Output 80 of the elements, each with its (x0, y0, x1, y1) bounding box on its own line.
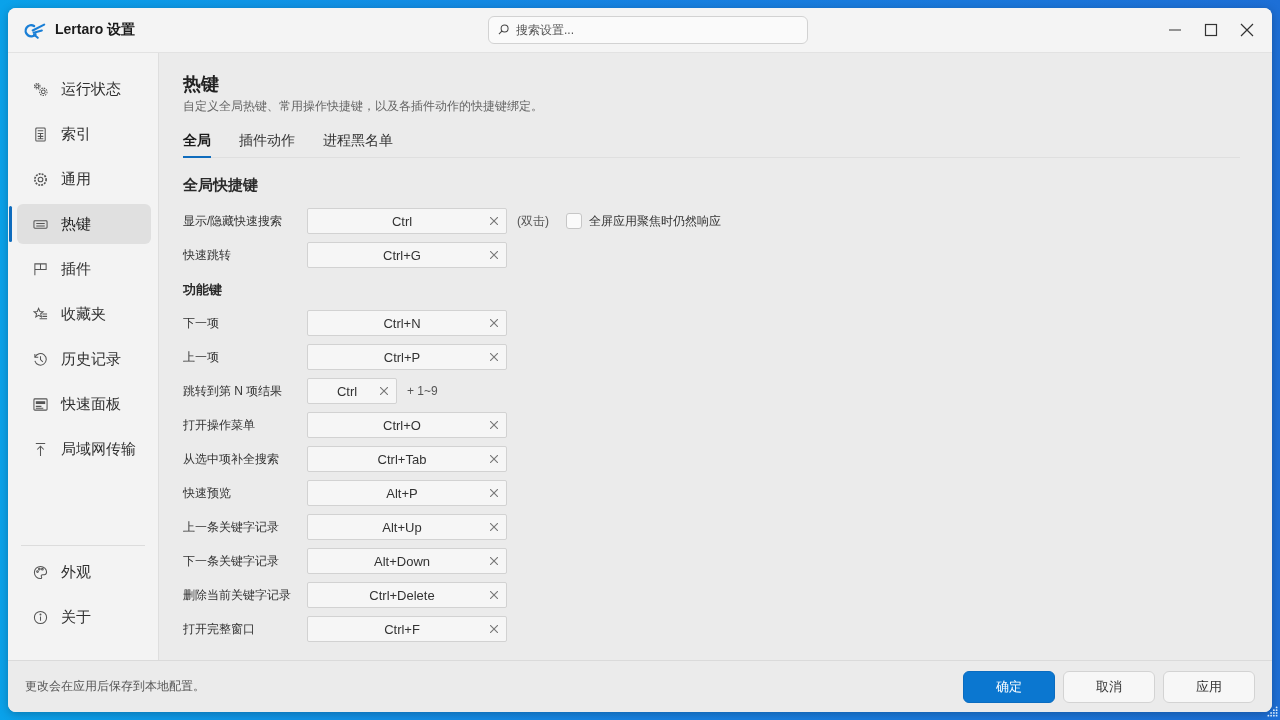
tab[interactable]: 全局 (183, 130, 211, 158)
shortcut-label: 打开完整窗口 (183, 620, 256, 638)
clear-icon[interactable] (490, 319, 498, 327)
sidebar-item[interactable]: 索引 (17, 114, 151, 154)
shortcut-label: 删除当前关键字记录 (183, 586, 292, 604)
sidebar-item[interactable]: 关于 (17, 597, 151, 637)
tab[interactable]: 进程黑名单 (323, 130, 393, 158)
sidebar-item[interactable]: 通用 (17, 159, 151, 199)
selection-indicator (9, 206, 12, 242)
shortcut-label: 上一条关键字记录 (183, 518, 280, 536)
info-icon (33, 609, 48, 625)
star-list-icon (33, 306, 48, 322)
footer-note: 更改会在应用后保存到本地配置。 (25, 678, 205, 695)
clear-icon[interactable] (490, 557, 498, 565)
clear-icon[interactable] (490, 625, 498, 633)
dialog-button[interactable]: 应用 (1163, 670, 1255, 703)
window-title: Lertaro 设置 (55, 21, 136, 39)
search-icon (498, 24, 509, 35)
clear-icon[interactable] (490, 489, 498, 497)
sidebar-item[interactable]: 局域网传输 (17, 429, 151, 469)
shortcut-label: 打开操作菜单 (183, 416, 256, 434)
shortcut-field[interactable]: Ctrl+O (307, 412, 507, 438)
suffix-text: (双击) (517, 212, 549, 230)
shortcut-field[interactable]: Ctrl+G (307, 242, 507, 268)
dialog-button[interactable]: 取消 (1063, 670, 1155, 703)
clear-icon[interactable] (490, 421, 498, 429)
shortcut-label: 下一条关键字记录 (183, 552, 280, 570)
clear-icon[interactable] (490, 353, 498, 361)
shortcut-label: 下一项 (183, 314, 220, 332)
tab[interactable]: 插件动作 (239, 130, 295, 158)
palette-icon (33, 564, 48, 580)
panel-icon (33, 396, 48, 412)
sidebar-item[interactable]: 运行状态 (17, 69, 151, 109)
upload-icon (33, 441, 48, 457)
clear-icon[interactable] (490, 523, 498, 531)
shortcut-label: 从选中项补全搜索 (183, 450, 280, 468)
shortcut-field[interactable]: Ctrl+Delete (307, 582, 507, 608)
checkbox-label: 全屏应用聚焦时仍然响应 (589, 212, 721, 230)
sidebar-item[interactable]: 插件 (17, 249, 151, 289)
shortcut-label: 快速跳转 (183, 246, 232, 264)
logo-icon (24, 21, 46, 39)
shortcut-field[interactable]: Ctrl+N (307, 310, 507, 336)
shortcut-label: 快速预览 (183, 484, 232, 502)
clear-icon[interactable] (490, 217, 498, 225)
history-icon (33, 351, 48, 367)
shortcut-field[interactable]: Ctrl+F (307, 616, 507, 642)
shortcut-field[interactable]: Ctrl+Tab (307, 446, 507, 472)
page-title: 热键 (183, 73, 220, 96)
sidebar-item[interactable]: 热键 (17, 204, 151, 244)
shortcut-label: 跳转到第 N 项结果 (183, 382, 284, 400)
clear-icon[interactable] (490, 591, 498, 599)
shortcut-field[interactable]: Ctrl (307, 208, 507, 234)
sidebar-item[interactable]: 外观 (17, 552, 151, 592)
page-description: 自定义全局热键、常用操作快捷键，以及各插件动作的快捷键绑定。 (183, 98, 544, 114)
maximize-icon[interactable] (1205, 24, 1217, 36)
clear-icon[interactable] (490, 455, 498, 463)
shortcut-field[interactable]: Alt+P (307, 480, 507, 506)
settings-icon (33, 171, 48, 187)
gears-icon (33, 81, 48, 97)
shortcut-field[interactable]: Ctrl (307, 378, 397, 404)
suffix-text: + 1~9 (407, 384, 438, 398)
close-icon[interactable] (1241, 24, 1253, 36)
search-field[interactable]: 搜索设置... (488, 16, 808, 44)
checkbox[interactable] (566, 213, 582, 229)
sidebar-item[interactable]: 收藏夹 (17, 294, 151, 334)
sidebar-item[interactable]: 快速面板 (17, 384, 151, 424)
document-grid-icon (33, 126, 48, 142)
shortcut-field[interactable]: Ctrl+P (307, 344, 507, 370)
section-title: 功能键 (183, 281, 223, 299)
layout-icon (33, 261, 48, 277)
dialog-button[interactable]: 确定 (963, 670, 1055, 703)
resize-grip-icon[interactable] (1267, 706, 1278, 717)
shortcut-label: 显示/隐藏快速搜索 (183, 212, 284, 230)
shortcut-label: 上一项 (183, 348, 220, 366)
shortcut-field[interactable]: Alt+Down (307, 548, 507, 574)
clear-icon[interactable] (380, 387, 388, 395)
clear-icon[interactable] (490, 251, 498, 259)
shortcut-field[interactable]: Alt+Up (307, 514, 507, 540)
section-title: 全局快捷键 (183, 175, 259, 195)
sidebar-item[interactable]: 历史记录 (17, 339, 151, 379)
